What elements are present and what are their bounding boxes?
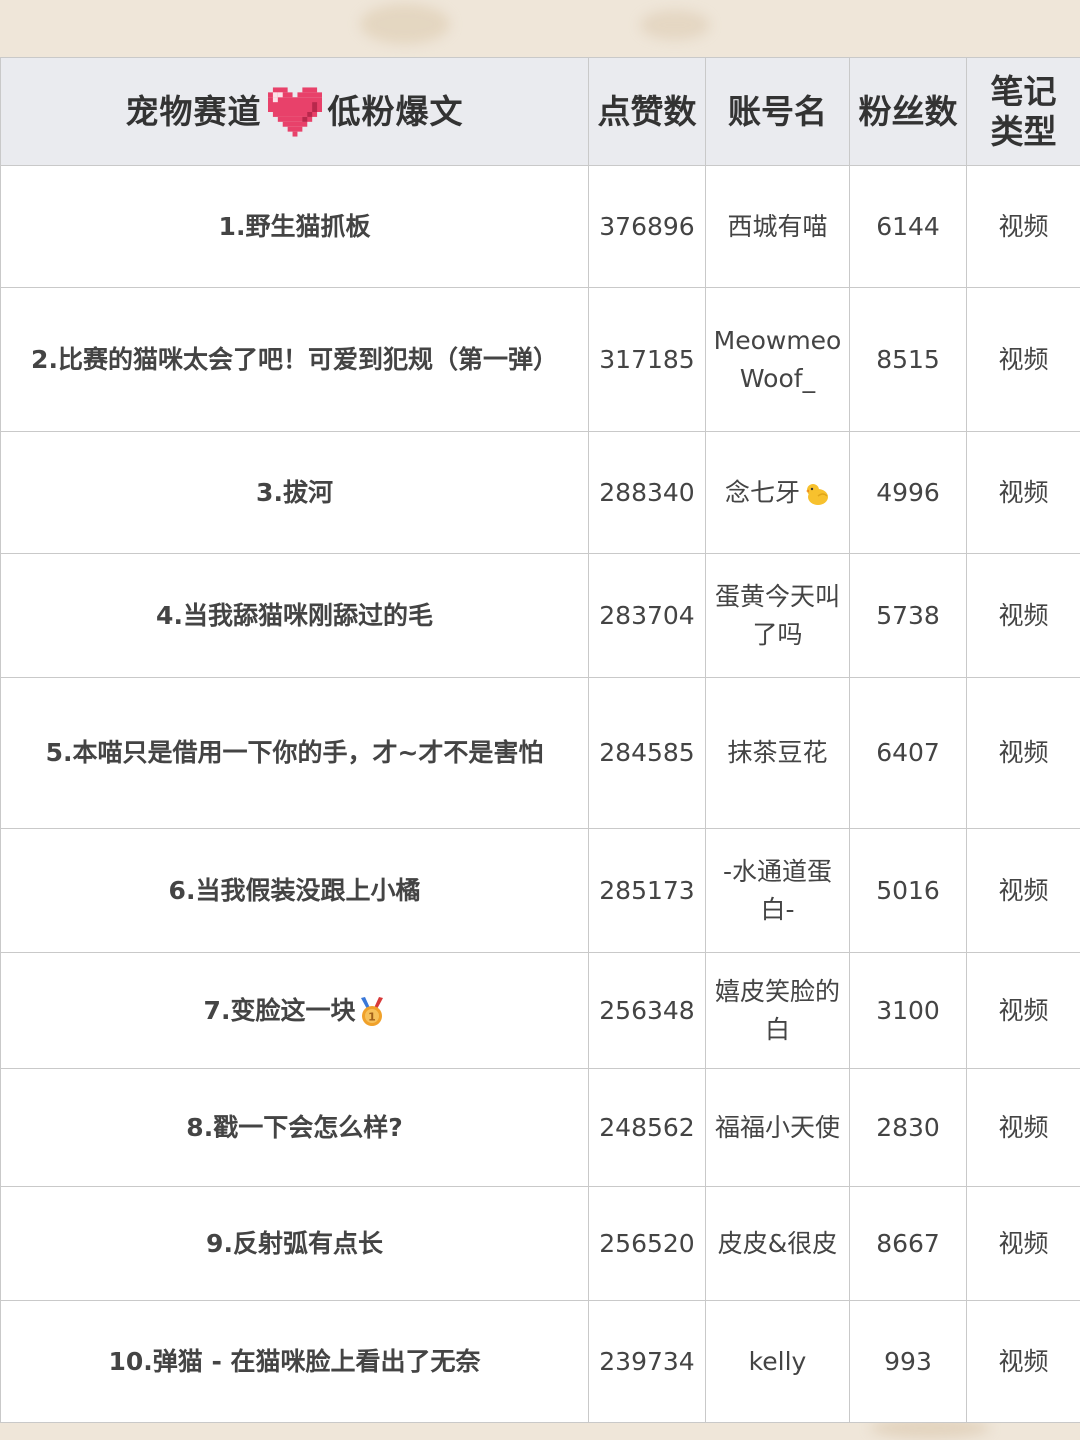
table-title-header: 宠物赛道 低粉爆文 (0, 57, 589, 166)
chick-icon (804, 482, 830, 506)
likes-count: 376896 (588, 165, 706, 288)
likes-count: 248562 (588, 1068, 706, 1187)
table-row: 10.弹猫 - 在猫咪脸上看出了无奈 239734 kelly 993 视频 (0, 1300, 1080, 1423)
post-title: 6.当我假装没跟上小橘 (0, 828, 589, 953)
fans-count: 993 (849, 1300, 967, 1423)
table-row: 4.当我舔猫咪刚舔过的毛 283704 蛋黄今天叫了吗 5738 视频 (0, 553, 1080, 678)
note-type: 视频 (966, 553, 1080, 678)
post-title: 8.戳一下会怎么样? (0, 1068, 589, 1187)
account-name: -水通道蛋白- (705, 828, 850, 953)
table-row: 1.野生猫抓板 376896 西城有喵 6144 视频 (0, 165, 1080, 288)
table-row: 8.戳一下会怎么样? 248562 福福小天使 2830 视频 (0, 1068, 1080, 1187)
account-name: kelly (705, 1300, 850, 1423)
account-name: 嬉皮笑脸的白 (705, 952, 850, 1069)
paper-stain (640, 10, 710, 40)
note-type: 视频 (966, 828, 1080, 953)
fans-count: 8515 (849, 287, 967, 432)
account-header: 账号名 (705, 57, 850, 166)
note-type: 视频 (966, 1068, 1080, 1187)
ranking-table: 宠物赛道 低粉爆文 点赞数 账号名 粉丝数 笔记类型 1.野生猫抓板 37689… (0, 57, 1080, 1423)
ranking-sheet: 宠物赛道 低粉爆文 点赞数 账号名 粉丝数 笔记类型 1.野生猫抓板 37689… (0, 57, 1080, 1423)
account-name: 西城有喵 (705, 165, 850, 288)
note-type: 视频 (966, 952, 1080, 1069)
note-type: 视频 (966, 287, 1080, 432)
post-title: 2.比赛的猫咪太会了吧！可爱到犯规（第一弹） (0, 287, 589, 432)
likes-count: 284585 (588, 677, 706, 829)
fans-count: 5016 (849, 828, 967, 953)
likes-count: 285173 (588, 828, 706, 953)
pixel-heart-icon (267, 86, 322, 137)
title-part-2: 低粉爆文 (327, 91, 464, 131)
likes-count: 283704 (588, 553, 706, 678)
note-type: 视频 (966, 431, 1080, 554)
table-row: 2.比赛的猫咪太会了吧！可爱到犯规（第一弹） 317185 MeowmeoWoo… (0, 287, 1080, 432)
account-name: 蛋黄今天叫了吗 (705, 553, 850, 678)
post-title: 1.野生猫抓板 (0, 165, 589, 288)
fans-count: 3100 (849, 952, 967, 1069)
fans-count: 4996 (849, 431, 967, 554)
likes-count: 288340 (588, 431, 706, 554)
post-title: 5.本喵只是借用一下你的手，才~才不是害怕 (0, 677, 589, 829)
post-title: 10.弹猫 - 在猫咪脸上看出了无奈 (0, 1300, 589, 1423)
fans-count: 2830 (849, 1068, 967, 1187)
note-type: 视频 (966, 1186, 1080, 1301)
medal-icon: 1 (359, 996, 385, 1027)
account-name: 皮皮&很皮 (705, 1186, 850, 1301)
likes-header: 点赞数 (588, 57, 706, 166)
fans-count: 6407 (849, 677, 967, 829)
likes-count: 317185 (588, 287, 706, 432)
table-row: 6.当我假装没跟上小橘 285173 -水通道蛋白- 5016 视频 (0, 828, 1080, 953)
type-header: 笔记类型 (966, 57, 1080, 166)
post-title: 4.当我舔猫咪刚舔过的毛 (0, 553, 589, 678)
table-row: 7.变脸这一块 1 256348 嬉皮笑脸的白 3100 视频 (0, 952, 1080, 1069)
fans-count: 8667 (849, 1186, 967, 1301)
table-row: 9.反射弧有点长 256520 皮皮&很皮 8667 视频 (0, 1186, 1080, 1301)
likes-count: 239734 (588, 1300, 706, 1423)
svg-text:1: 1 (369, 1010, 377, 1023)
post-title: 9.反射弧有点长 (0, 1186, 589, 1301)
account-name-cell: 念七牙 (705, 431, 850, 554)
post-title-cell: 7.变脸这一块 1 (0, 952, 589, 1069)
note-type: 视频 (966, 165, 1080, 288)
account-name: 福福小天使 (705, 1068, 850, 1187)
account-name: MeowmeoWoof_ (705, 287, 850, 432)
account-name: 抹茶豆花 (705, 677, 850, 829)
table-row: 5.本喵只是借用一下你的手，才~才不是害怕 284585 抹茶豆花 6407 视… (0, 677, 1080, 829)
fans-count: 5738 (849, 553, 967, 678)
table-row: 3.拔河 288340 念七牙 4996 视频 (0, 431, 1080, 554)
note-type: 视频 (966, 677, 1080, 829)
fans-header: 粉丝数 (849, 57, 967, 166)
account-name: 念七牙 (724, 477, 800, 507)
likes-count: 256348 (588, 952, 706, 1069)
fans-count: 6144 (849, 165, 967, 288)
post-title: 7.变脸这一块 (203, 995, 356, 1025)
paper-stain (360, 4, 450, 44)
title-part-1: 宠物赛道 (125, 91, 262, 131)
table-header-row: 宠物赛道 低粉爆文 点赞数 账号名 粉丝数 笔记类型 (0, 57, 1080, 166)
note-type: 视频 (966, 1300, 1080, 1423)
post-title: 3.拔河 (0, 431, 589, 554)
likes-count: 256520 (588, 1186, 706, 1301)
